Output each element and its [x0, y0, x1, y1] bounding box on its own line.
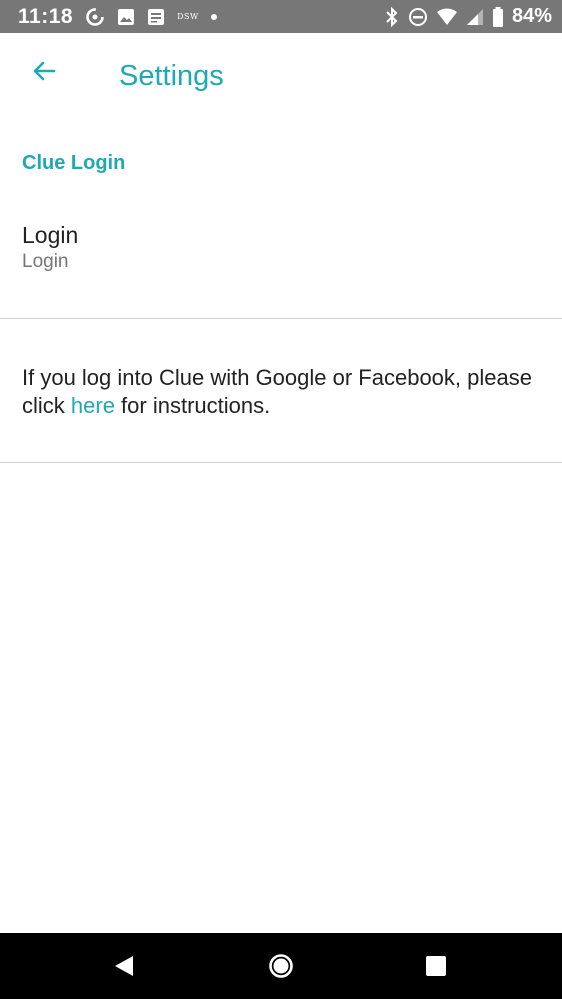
instructions-link[interactable]: here — [71, 393, 115, 418]
status-right: 84% — [384, 5, 552, 28]
recents-square-icon — [425, 955, 447, 977]
news-icon — [147, 8, 165, 26]
bluetooth-icon — [384, 6, 400, 27]
status-bar: 11:18 DSW 84% — [0, 0, 562, 33]
info-text-after: for instructions. — [114, 393, 271, 418]
arrow-left-icon — [32, 60, 56, 82]
page-title: Settings — [119, 60, 224, 92]
back-triangle-icon — [113, 954, 135, 978]
navigation-bar — [0, 933, 562, 999]
login-item[interactable]: Login Login — [0, 210, 562, 317]
sync-icon — [85, 7, 105, 27]
divider — [0, 462, 562, 463]
app-bar: Settings — [0, 33, 562, 121]
image-icon — [117, 8, 135, 26]
do-not-disturb-icon — [408, 7, 428, 27]
nav-back-button[interactable] — [109, 951, 139, 981]
info-text: If you log into Clue with Google or Face… — [22, 364, 542, 420]
login-item-title: Login — [22, 222, 79, 248]
battery-percentage: 84% — [511, 5, 552, 27]
status-time: 11:18 — [18, 4, 74, 28]
divider — [0, 318, 562, 319]
back-button[interactable] — [22, 53, 66, 89]
home-circle-icon — [268, 953, 294, 979]
nav-home-button[interactable] — [266, 951, 296, 981]
section-header-clue-login: Clue Login — [22, 152, 126, 174]
carrier-badge: DSW — [177, 12, 199, 21]
status-left: 11:18 DSW — [18, 5, 217, 29]
nav-recents-button[interactable] — [421, 951, 451, 981]
notification-dot-icon — [210, 13, 217, 20]
battery-icon — [492, 6, 504, 27]
signal-icon — [466, 8, 484, 26]
wifi-icon — [436, 8, 458, 26]
login-item-subtitle: Login — [22, 251, 69, 272]
